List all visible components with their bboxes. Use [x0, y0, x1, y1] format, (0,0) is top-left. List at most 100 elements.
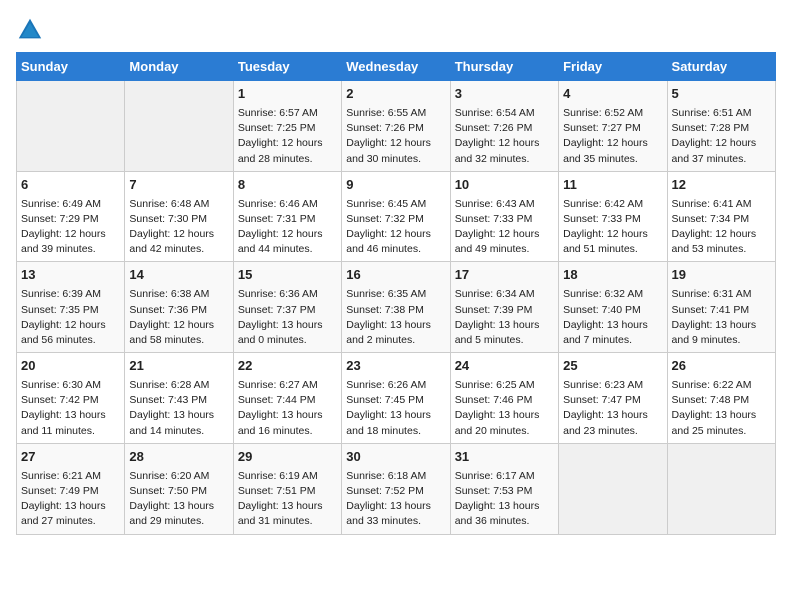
day-number: 22 [238, 357, 337, 376]
sunrise-text: Sunrise: 6:51 AM [672, 107, 752, 119]
daylight-text: Daylight: 13 hours and 25 minutes. [672, 409, 757, 436]
day-number: 8 [238, 176, 337, 195]
calendar-cell: 29Sunrise: 6:19 AMSunset: 7:51 PMDayligh… [233, 443, 341, 534]
sunrise-text: Sunrise: 6:17 AM [455, 470, 535, 482]
sunrise-text: Sunrise: 6:57 AM [238, 107, 318, 119]
day-number: 23 [346, 357, 445, 376]
day-number: 21 [129, 357, 228, 376]
calendar-week-row: 20 Sunrise: 6:30 AM Sunset: 7:42 PM Dayligh… [17, 353, 776, 444]
daylight-text: Daylight: 13 hours and 7 minutes. [563, 319, 648, 346]
sunrise-text: Sunrise: 6:30 AM [21, 379, 101, 391]
calendar-header-row: SundayMondayTuesdayWednesdayThursdayFrid… [17, 53, 776, 81]
page-header [16, 16, 776, 44]
day-number: 7 [129, 176, 228, 195]
day-number: 25 [563, 357, 662, 376]
day-number: 14 [129, 266, 228, 285]
day-of-week-header: Monday [125, 53, 233, 81]
daylight-text: Daylight: 13 hours and 20 minutes. [455, 409, 540, 436]
calendar-cell: 18Sunrise: 6:32 AMSunset: 7:40 PMDayligh… [559, 262, 667, 353]
sunset-text: Sunset: 7:33 PM [455, 213, 533, 225]
calendar-week-row: 6Sunrise: 6:49 AMSunset: 7:29 PMDaylight… [17, 171, 776, 262]
sunset-text: Sunset: 7:27 PM [563, 122, 641, 134]
sunset-text: Sunset: 7:42 PM [21, 394, 99, 406]
daylight-text: Daylight: 12 hours and 51 minutes. [563, 228, 648, 255]
calendar-cell: 22Sunrise: 6:27 AMSunset: 7:44 PMDayligh… [233, 353, 341, 444]
daylight-text: Daylight: 12 hours and 35 minutes. [563, 137, 648, 164]
logo [16, 16, 48, 44]
calendar-cell: 25Sunrise: 6:23 AMSunset: 7:47 PMDayligh… [559, 353, 667, 444]
sunrise-text: Sunrise: 6:18 AM [346, 470, 426, 482]
sunset-text: Sunset: 7:53 PM [455, 485, 533, 497]
calendar-cell: 13Sunrise: 6:39 AMSunset: 7:35 PMDayligh… [17, 262, 125, 353]
sunset-text: Sunset: 7:31 PM [238, 213, 316, 225]
sunrise-text: Sunrise: 6:35 AM [346, 288, 426, 300]
day-number: 20 [21, 357, 120, 376]
calendar-cell: 1Sunrise: 6:57 AMSunset: 7:25 PMDaylight… [233, 81, 341, 172]
day-number: 17 [455, 266, 554, 285]
day-number: 27 [21, 448, 120, 467]
daylight-text: Daylight: 13 hours and 9 minutes. [672, 319, 757, 346]
day-number: 31 [455, 448, 554, 467]
day-of-week-header: Sunday [17, 53, 125, 81]
day-of-week-header: Friday [559, 53, 667, 81]
daylight-text: Daylight: 12 hours and 42 minutes. [129, 228, 214, 255]
daylight-text: Daylight: 13 hours and 36 minutes. [455, 500, 540, 527]
sunrise-text: Sunrise: 6:38 AM [129, 288, 209, 300]
daylight-text: Daylight: 13 hours and 14 minutes. [129, 409, 214, 436]
daylight-text: Daylight: 13 hours and 2 minutes. [346, 319, 431, 346]
sunrise-text: Sunrise: 6:39 AM [21, 288, 101, 300]
sunrise-text: Sunrise: 6:19 AM [238, 470, 318, 482]
sunrise-text: Sunrise: 6:43 AM [455, 198, 535, 210]
calendar-cell: 4Sunrise: 6:52 AMSunset: 7:27 PMDaylight… [559, 81, 667, 172]
sunrise-text: Sunrise: 6:45 AM [346, 198, 426, 210]
daylight-text: Daylight: 12 hours and 46 minutes. [346, 228, 431, 255]
sunset-text: Sunset: 7:47 PM [563, 394, 641, 406]
day-number: 10 [455, 176, 554, 195]
daylight-text: Daylight: 12 hours and 32 minutes. [455, 137, 540, 164]
sunset-text: Sunset: 7:40 PM [563, 304, 641, 316]
sunrise-text: Sunrise: 6:23 AM [563, 379, 643, 391]
sunset-text: Sunset: 7:38 PM [346, 304, 424, 316]
sunrise-text: Sunrise: 6:32 AM [563, 288, 643, 300]
sunrise-text: Sunrise: 6:34 AM [455, 288, 535, 300]
daylight-text: Daylight: 12 hours and 39 minutes. [21, 228, 106, 255]
sunrise-text: Sunrise: 6:26 AM [346, 379, 426, 391]
calendar-cell: 14Sunrise: 6:38 AMSunset: 7:36 PMDayligh… [125, 262, 233, 353]
sunset-text: Sunset: 7:48 PM [672, 394, 750, 406]
sunrise-text: Sunrise: 6:49 AM [21, 198, 101, 210]
day-number: 30 [346, 448, 445, 467]
sunset-text: Sunset: 7:39 PM [455, 304, 533, 316]
day-number: 2 [346, 85, 445, 104]
day-number: 11 [563, 176, 662, 195]
calendar-cell: 11Sunrise: 6:42 AMSunset: 7:33 PMDayligh… [559, 171, 667, 262]
calendar-cell: 24Sunrise: 6:25 AMSunset: 7:46 PMDayligh… [450, 353, 558, 444]
calendar-cell [17, 81, 125, 172]
sunset-text: Sunset: 7:45 PM [346, 394, 424, 406]
sunset-text: Sunset: 7:50 PM [129, 485, 207, 497]
calendar-week-row: 27Sunrise: 6:21 AMSunset: 7:49 PMDayligh… [17, 443, 776, 534]
day-number: 6 [21, 176, 120, 195]
sunset-text: Sunset: 7:33 PM [563, 213, 641, 225]
day-number: 5 [672, 85, 771, 104]
daylight-text: Daylight: 12 hours and 56 minutes. [21, 319, 106, 346]
day-number: 28 [129, 448, 228, 467]
calendar-cell: 21Sunrise: 6:28 AMSunset: 7:43 PMDayligh… [125, 353, 233, 444]
daylight-text: Daylight: 13 hours and 31 minutes. [238, 500, 323, 527]
sunset-text: Sunset: 7:34 PM [672, 213, 750, 225]
calendar-cell: 6Sunrise: 6:49 AMSunset: 7:29 PMDaylight… [17, 171, 125, 262]
daylight-text: Daylight: 13 hours and 16 minutes. [238, 409, 323, 436]
calendar-cell: 17Sunrise: 6:34 AMSunset: 7:39 PMDayligh… [450, 262, 558, 353]
sunrise-text: Sunrise: 6:52 AM [563, 107, 643, 119]
calendar-cell: 31 Sunrise: 6:17 AM Sunset: 7:53 PM Dayligh… [450, 443, 558, 534]
calendar-cell: 2Sunrise: 6:55 AMSunset: 7:26 PMDaylight… [342, 81, 450, 172]
calendar-cell: 16Sunrise: 6:35 AMSunset: 7:38 PMDayligh… [342, 262, 450, 353]
sunrise-text: Sunrise: 6:27 AM [238, 379, 318, 391]
sunset-text: Sunset: 7:25 PM [238, 122, 316, 134]
day-of-week-header: Saturday [667, 53, 775, 81]
sunrise-text: Sunrise: 6:25 AM [455, 379, 535, 391]
sunset-text: Sunset: 7:46 PM [455, 394, 533, 406]
calendar-week-row: 1Sunrise: 6:57 AMSunset: 7:25 PMDaylight… [17, 81, 776, 172]
day-of-week-header: Tuesday [233, 53, 341, 81]
sunset-text: Sunset: 7:43 PM [129, 394, 207, 406]
sunrise-text: Sunrise: 6:21 AM [21, 470, 101, 482]
